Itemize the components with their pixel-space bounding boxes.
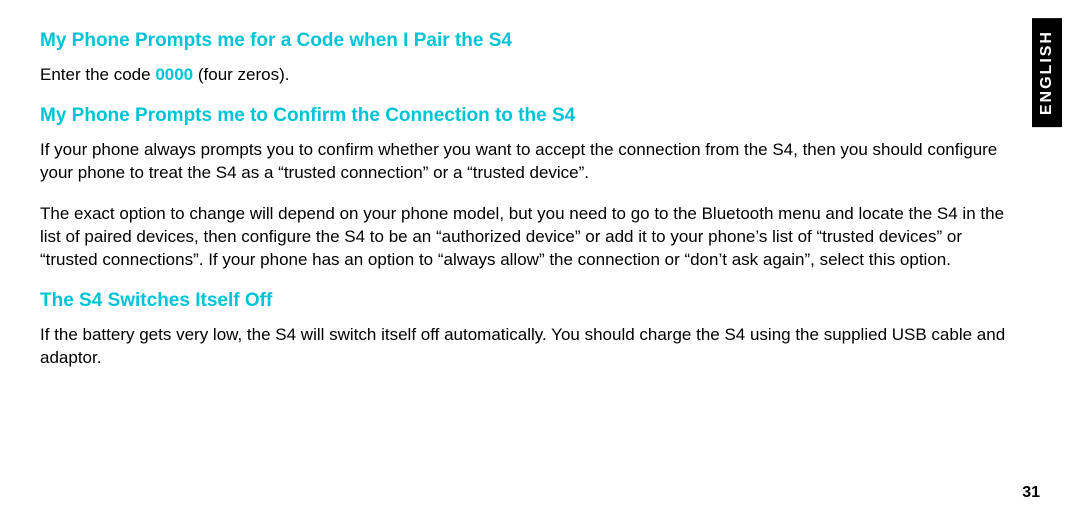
- manual-page-content: My Phone Prompts me for a Code when I Pa…: [40, 30, 1020, 370]
- text-fragment: (four zeros).: [193, 65, 289, 84]
- section-heading-switches-off: The S4 Switches Itself Off: [40, 290, 1020, 312]
- text-fragment: Enter the code: [40, 65, 155, 84]
- body-text: Enter the code 0000 (four zeros).: [40, 64, 1020, 87]
- section-heading-pair-code: My Phone Prompts me for a Code when I Pa…: [40, 30, 1020, 52]
- language-tab: ENGLISH: [1032, 18, 1062, 127]
- body-text: The exact option to change will depend o…: [40, 203, 1020, 272]
- section-heading-confirm-connection: My Phone Prompts me to Confirm the Conne…: [40, 105, 1020, 127]
- body-text: If your phone always prompts you to conf…: [40, 139, 1020, 185]
- page-number: 31: [1022, 484, 1040, 502]
- body-text: If the battery gets very low, the S4 wil…: [40, 324, 1020, 370]
- code-highlight: 0000: [155, 65, 193, 84]
